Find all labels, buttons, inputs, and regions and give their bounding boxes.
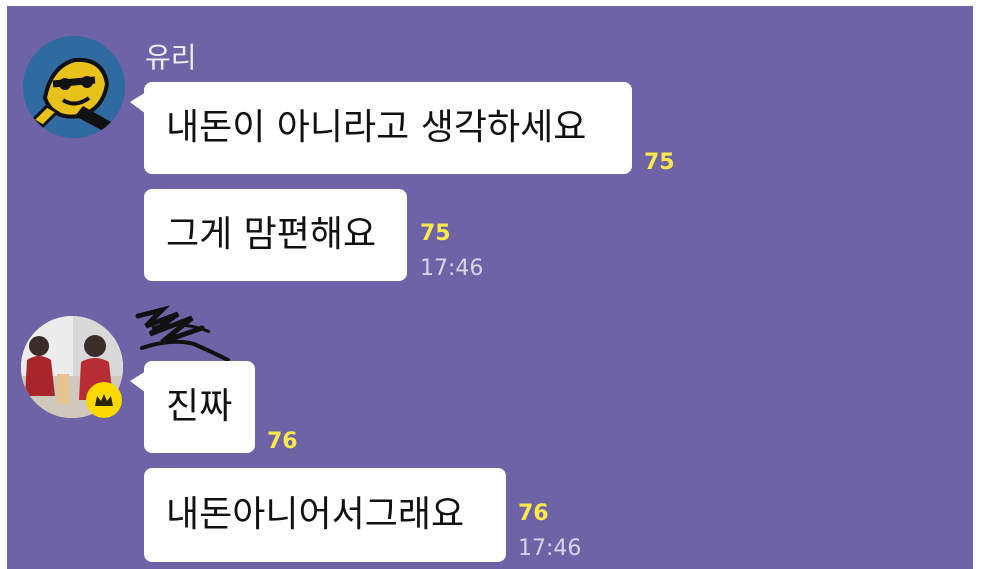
message-bubble[interactable]: 내돈이 아니라고 생각하세요 [130, 82, 632, 174]
message-bubble[interactable]: 진짜 [130, 361, 255, 453]
message-time: 17:46 [518, 536, 582, 561]
unread-count: 76 [267, 429, 298, 454]
unread-count: 75 [644, 150, 675, 175]
message-time: 17:46 [420, 256, 484, 281]
unread-count: 75 [420, 221, 451, 246]
unread-count: 76 [518, 501, 549, 526]
message-text: 진짜 [166, 386, 233, 427]
message-bubble[interactable]: 그게 맘편해요 [144, 189, 407, 281]
message-text: 내돈이 아니라고 생각하세요 [166, 107, 587, 148]
message-text: 내돈아니어서그래요 [166, 494, 465, 535]
avatar-character-icon [23, 36, 125, 138]
redacted-name-scribble [135, 305, 230, 362]
chat-area: 유리 내돈이 아니라고 생각하세요 75 그게 맘편해요 75 17:46 진짜… [7, 6, 973, 569]
bubble-tail [130, 371, 146, 393]
avatar[interactable] [23, 36, 125, 138]
sender-name: 유리 [145, 41, 197, 74]
message-text: 그게 맘편해요 [166, 214, 377, 255]
crown-icon [86, 382, 122, 418]
message-bubble[interactable]: 내돈아니어서그래요 [144, 468, 506, 562]
bubble-tail [130, 92, 146, 114]
